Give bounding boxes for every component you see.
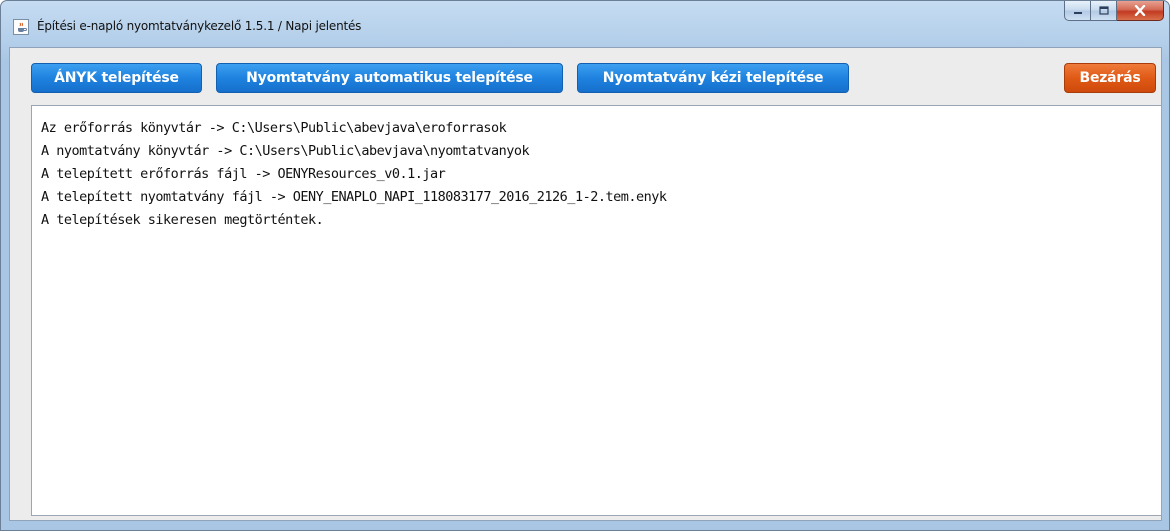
minimize-icon [1073, 11, 1082, 14]
app-window: Építési e-napló nyomtatványkezelő 1.5.1 … [0, 0, 1170, 531]
minimize-button[interactable] [1064, 1, 1091, 21]
auto-install-button[interactable]: Nyomtatvány automatikus telepítése [216, 63, 563, 93]
java-cup-icon[interactable] [13, 19, 29, 35]
log-line: A nyomtatvány könyvtár -> C:\Users\Publi… [41, 143, 530, 159]
window-title: Építési e-napló nyomtatványkezelő 1.5.1 … [37, 19, 362, 33]
close-window-button[interactable] [1117, 1, 1164, 21]
window-controls [1064, 1, 1164, 22]
maximize-icon [1098, 5, 1109, 15]
title-bar[interactable]: Építési e-napló nyomtatványkezelő 1.5.1 … [1, 1, 1169, 47]
log-line: A telepítések sikeresen megtörténtek. [41, 212, 324, 228]
close-icon [1134, 5, 1146, 16]
manual-install-button[interactable]: Nyomtatvány kézi telepítése [577, 63, 849, 93]
anyk-install-button[interactable]: ÁNYK telepítése [31, 63, 202, 93]
log-line: Az erőforrás könyvtár -> C:\Users\Public… [41, 120, 507, 136]
log-output[interactable]: Az erőforrás könyvtár -> C:\Users\Public… [31, 105, 1162, 516]
maximize-button[interactable] [1091, 1, 1117, 21]
client-area: ÁNYK telepítése Nyomtatvány automatikus … [9, 47, 1162, 521]
log-line: A telepített erőforrás fájl -> OENYResou… [41, 166, 446, 182]
close-button[interactable]: Bezárás [1064, 63, 1156, 93]
log-line: A telepített nyomtatvány fájl -> OENY_EN… [41, 189, 667, 205]
